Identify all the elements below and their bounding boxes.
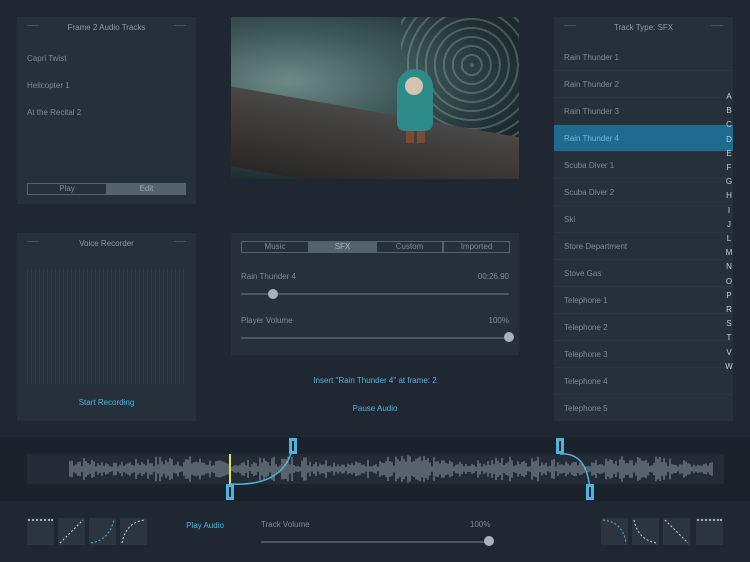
voice-recorder-title: Voice Recorder bbox=[79, 239, 134, 248]
track-volume-slider-knob[interactable] bbox=[484, 536, 494, 546]
audio-track-item[interactable]: Helicopter 1 bbox=[27, 81, 70, 90]
alphabet-index-letter[interactable]: F bbox=[724, 163, 734, 172]
player-volume-slider-knob[interactable] bbox=[504, 332, 514, 342]
fade-curve bbox=[559, 453, 591, 493]
tab-music[interactable]: Music bbox=[241, 241, 309, 253]
audio-track-item[interactable]: At the Recital 2 bbox=[27, 108, 81, 117]
fade-out-flat-button[interactable] bbox=[696, 518, 723, 545]
fade-curve-flat-button[interactable] bbox=[27, 518, 54, 545]
track-list-item[interactable]: Rain Thunder 4 bbox=[554, 125, 733, 152]
edit-button[interactable]: Edit bbox=[107, 183, 186, 195]
alphabet-index-letter[interactable]: C bbox=[724, 120, 734, 129]
play-button[interactable]: Play bbox=[27, 183, 107, 195]
fade-curve-exp-button[interactable] bbox=[89, 518, 116, 545]
track-list-item[interactable]: Store Department bbox=[554, 233, 733, 260]
track-list-item[interactable]: Rain Thunder 1 bbox=[554, 44, 733, 71]
alphabet-index-letter[interactable]: V bbox=[724, 348, 734, 357]
recorder-waveform-area bbox=[27, 269, 187, 384]
track-list-item[interactable]: Rain Thunder 3 bbox=[554, 98, 733, 125]
track-list-item[interactable]: Ski bbox=[554, 206, 733, 233]
track-list-panel: Track Type: SFX Rain Thunder 1 Rain Thund… bbox=[554, 17, 733, 421]
audio-tracks-title: Frame 2 Audio Tracks bbox=[67, 23, 146, 32]
tab-imported[interactable]: Imported bbox=[443, 241, 510, 253]
alphabet-index-letter[interactable]: I bbox=[724, 206, 734, 215]
alphabet-index-letter[interactable]: W bbox=[724, 362, 734, 371]
alphabet-index-letter[interactable]: M bbox=[724, 248, 734, 257]
tab-sfx[interactable]: SFX bbox=[309, 241, 376, 253]
alphabet-index-letter[interactable]: A bbox=[724, 92, 734, 101]
alphabet-index-letter[interactable]: S bbox=[724, 319, 734, 328]
track-list-item[interactable]: Rain Thunder 2 bbox=[554, 71, 733, 98]
alphabet-index-letter[interactable]: D bbox=[724, 135, 734, 144]
alphabet-index-letter[interactable]: N bbox=[724, 262, 734, 271]
play-audio-button[interactable]: Play Audio bbox=[180, 521, 230, 530]
track-list-item[interactable]: Stove Gas bbox=[554, 260, 733, 287]
player-time: 00:26.90 bbox=[477, 272, 509, 281]
alphabet-index-letter[interactable]: O bbox=[724, 277, 734, 286]
track-list-item[interactable]: Scuba Diver 1 bbox=[554, 152, 733, 179]
player-volume-value: 100% bbox=[488, 316, 509, 325]
track-list-item[interactable]: Telephone 1 bbox=[554, 287, 733, 314]
fade-out-log-button[interactable] bbox=[601, 518, 628, 545]
doll-boot bbox=[406, 131, 414, 143]
fade-out-linear-button[interactable] bbox=[663, 518, 690, 545]
track-list-item[interactable]: Telephone 3 bbox=[554, 341, 733, 368]
fade-curve-linear-button[interactable] bbox=[58, 518, 85, 545]
audio-tracks-panel: Frame 2 Audio Tracks Capri Twist Helicop… bbox=[17, 17, 196, 204]
alphabet-index-letter[interactable]: B bbox=[724, 106, 734, 115]
audio-waveform bbox=[69, 438, 713, 500]
track-list-item[interactable]: Scuba Diver 2 bbox=[554, 179, 733, 206]
track-list-item[interactable]: Telephone 2 bbox=[554, 314, 733, 341]
track-volume-value: 100% bbox=[470, 520, 491, 529]
frame-preview-image bbox=[231, 17, 519, 179]
track-list-item[interactable]: Telephone 5 bbox=[554, 395, 733, 421]
doll-face bbox=[405, 77, 423, 95]
alphabet-index-letter[interactable]: R bbox=[724, 305, 734, 314]
voice-recorder-panel: Voice Recorder Start Recording bbox=[17, 233, 196, 421]
pause-audio-button[interactable]: Pause Audio bbox=[231, 404, 519, 413]
alphabet-index-letter[interactable]: T bbox=[724, 333, 734, 342]
tab-custom[interactable]: Custom bbox=[376, 241, 443, 253]
insert-track-button[interactable]: Insert "Rain Thunder 4" at frame: 2 bbox=[231, 376, 519, 385]
start-recording-button[interactable]: Start Recording bbox=[17, 398, 196, 407]
track-volume-label: Track Volume bbox=[261, 520, 310, 529]
position-slider-track[interactable] bbox=[241, 293, 509, 295]
alphabet-index-letter[interactable]: J bbox=[724, 220, 734, 229]
player-volume-slider-track[interactable] bbox=[241, 337, 509, 339]
player-track-name: Rain Thunder 4 bbox=[241, 272, 296, 281]
alphabet-index-letter[interactable]: H bbox=[724, 191, 734, 200]
alphabet-index-letter[interactable]: P bbox=[724, 291, 734, 300]
player-panel: Music SFX Custom Imported Rain Thunder 4… bbox=[231, 233, 519, 355]
track-volume-slider-track[interactable] bbox=[261, 541, 489, 543]
audio-track-item[interactable]: Capri Twist bbox=[27, 54, 66, 63]
alphabet-index-letter[interactable]: E bbox=[724, 149, 734, 158]
fade-out-exp-button[interactable] bbox=[632, 518, 659, 545]
fade-curve-log-button[interactable] bbox=[120, 518, 147, 545]
alphabet-index-letter[interactable]: G bbox=[724, 177, 734, 186]
doll-boot bbox=[417, 131, 425, 143]
alphabet-index-letter[interactable]: L bbox=[724, 234, 734, 243]
track-list-item[interactable]: Telephone 4 bbox=[554, 368, 733, 395]
player-volume-label: Player Volume bbox=[241, 316, 293, 325]
track-list-title: Track Type: SFX bbox=[613, 23, 674, 32]
position-slider-knob[interactable] bbox=[268, 289, 279, 299]
